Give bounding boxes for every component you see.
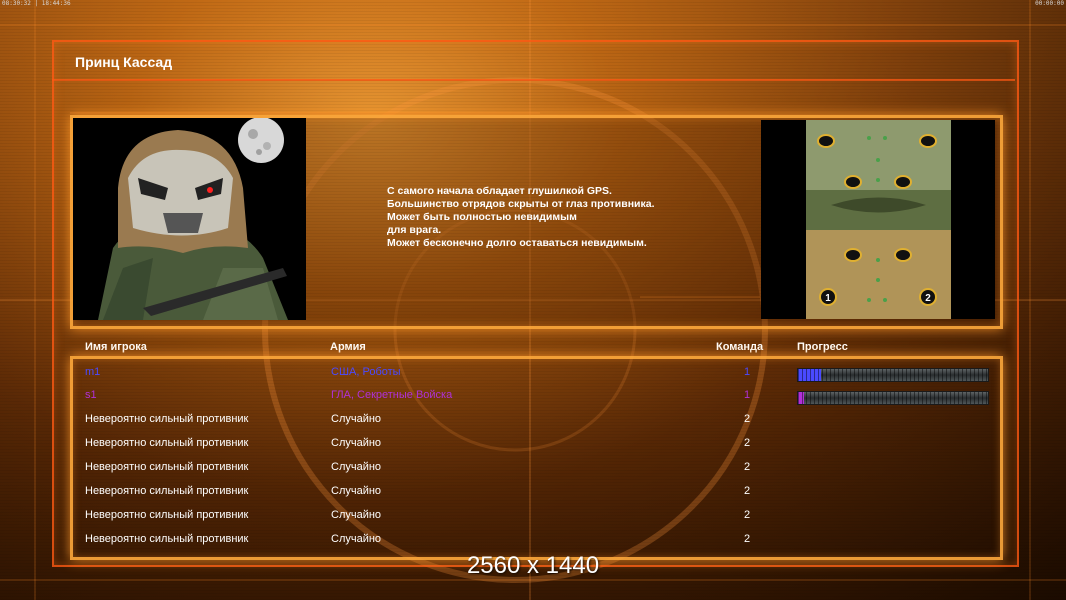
player-team: 2: [744, 413, 751, 425]
status-bar: 08:30:32 | 18:44:36 00:00:00: [0, 0, 1066, 8]
header-army: Армия: [330, 341, 366, 353]
header-player-name: Имя игрока: [85, 341, 147, 353]
player-team: 2: [744, 461, 751, 473]
player-name: Невероятно сильный противник: [85, 461, 249, 473]
progress-ticks: [798, 369, 988, 381]
player-row[interactable]: Невероятно сильный противник Случайно 2: [0, 506, 1066, 526]
general-portrait: [73, 118, 306, 320]
start-slot-label: 1: [825, 293, 831, 304]
player-name: Невероятно сильный противник: [85, 437, 249, 449]
player-row[interactable]: m1 США, Роботы 1: [0, 363, 1066, 383]
player-team: 1: [744, 389, 751, 401]
player-name: m1: [85, 366, 101, 378]
header-progress: Прогресс: [797, 341, 848, 353]
player-name: s1: [85, 389, 97, 401]
player-army: ГЛА, Секретные Войска: [331, 389, 453, 401]
status-time-right: 00:00:00: [1035, 0, 1064, 7]
player-name: Невероятно сильный противник: [85, 509, 249, 521]
player-row[interactable]: Невероятно сильный противник Случайно 2: [0, 530, 1066, 550]
resolution-label: 2560 x 1440: [466, 552, 600, 579]
description-line: для врага.: [387, 224, 442, 236]
player-name: Невероятно сильный противник: [85, 533, 249, 545]
loading-progress-bar: [797, 368, 989, 382]
description-line: Может бесконечно долго оставаться невиди…: [387, 237, 647, 249]
player-team: 2: [744, 485, 751, 497]
start-slot-label: 2: [925, 293, 931, 304]
loading-progress-bar: [797, 391, 989, 405]
player-team: 2: [744, 509, 751, 521]
player-name: Невероятно сильный противник: [85, 485, 249, 497]
player-name: Невероятно сильный противник: [85, 413, 249, 425]
description-line: Большинство отрядов скрыты от глаз проти…: [387, 198, 655, 210]
start-position-1: 1: [819, 288, 837, 306]
player-team: 2: [744, 533, 751, 545]
start-position-2: 2: [919, 288, 937, 306]
moon-icon: [238, 118, 284, 163]
player-row[interactable]: Невероятно сильный противник Случайно 2: [0, 410, 1066, 430]
player-row[interactable]: Невероятно сильный противник Случайно 2: [0, 434, 1066, 454]
player-army: США, Роботы: [331, 366, 401, 378]
player-row[interactable]: Невероятно сильный противник Случайно 2: [0, 482, 1066, 502]
player-row[interactable]: Невероятно сильный противник Случайно 2: [0, 458, 1066, 478]
player-row[interactable]: s1 ГЛА, Секретные Войска 1: [0, 386, 1066, 406]
map-preview: 1 2: [761, 120, 995, 319]
general-description: С самого начала обладает глушилкой GPS. …: [387, 185, 655, 250]
player-army: Случайно: [331, 413, 382, 425]
status-time-left: 08:30:32 | 18:44:36: [2, 0, 71, 7]
description-line: С самого начала обладает глушилкой GPS.: [387, 185, 612, 197]
description-line: Может быть полностью невидимым: [387, 211, 577, 223]
player-team: 1: [744, 366, 751, 378]
progress-ticks: [798, 392, 988, 404]
player-army: Случайно: [331, 509, 382, 521]
header-team: Команда: [716, 341, 764, 353]
general-title: Принц Кассад: [75, 54, 173, 70]
player-army: Случайно: [331, 461, 382, 473]
player-army: Случайно: [331, 533, 382, 545]
player-team: 2: [744, 437, 751, 449]
player-army: Случайно: [331, 485, 382, 497]
player-army: Случайно: [331, 437, 382, 449]
